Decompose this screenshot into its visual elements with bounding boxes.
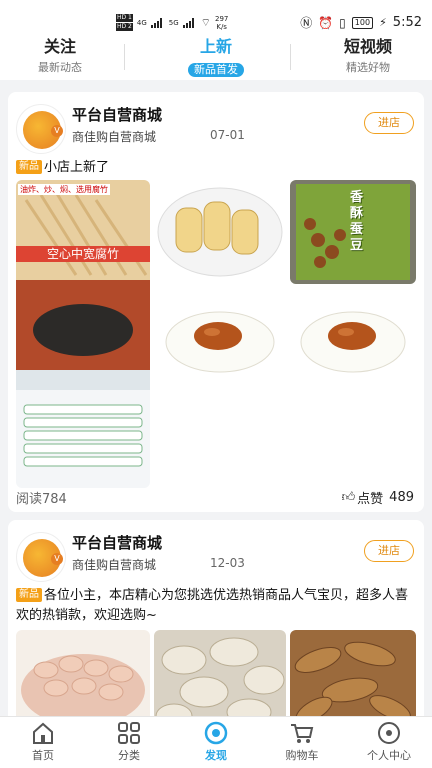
charging-icon: ⚡ (379, 16, 387, 29)
hd-indicator: HD 1 HD 2 (116, 14, 133, 31)
alarm-icon: ⏰ (318, 15, 334, 30)
tab-follow[interactable]: 关注 最新动态 (0, 36, 120, 75)
product-image-broad-beans[interactable]: 香酥蚕豆 (290, 180, 416, 284)
clock: 5:52 (392, 15, 422, 30)
like-button[interactable]: 👍︎ 点赞 489 (342, 488, 414, 507)
post-text: 新品 小店上新了 (16, 158, 109, 178)
tab-new-arrivals-subtitle: 新品首发 (188, 63, 244, 77)
net-speed: 297 K/s (214, 14, 229, 31)
signal-icon (150, 17, 165, 28)
like-label: 点赞 (357, 492, 384, 507)
bottom-nav: 首页 分类 发现 购物车 个人中心 (0, 716, 432, 768)
tab-divider (124, 44, 125, 70)
tab-short-video-subtitle: 精选好物 (346, 61, 390, 74)
thumbs-up-icon: 👍︎ (341, 490, 356, 505)
snack-label: 香酥蚕豆 (350, 190, 364, 253)
nav-profile-label: 个人中心 (367, 749, 411, 762)
profile-icon (378, 722, 400, 744)
image-caption: 空心中宽腐竹 (16, 246, 150, 262)
enter-store-button[interactable]: 进店 (364, 112, 414, 134)
cart-icon (291, 724, 314, 743)
like-count: 489 (389, 490, 414, 505)
status-bar: HD 1 HD 2 4G 5G ⌔ 297 K/s Ⓝ ⏰ ▯ 100 ⚡ 5:52 (0, 0, 432, 36)
tab-divider (290, 44, 291, 70)
post-card[interactable]: V 平台自营商城 商佳购自营商城 07-01 进店 新品 小店上新了 油炸、炒、焖… (8, 92, 424, 512)
tab-new-arrivals[interactable]: 上新 新品首发 (156, 36, 276, 77)
discover-icon (204, 721, 228, 745)
store-name[interactable]: 平台自营商城 (72, 104, 162, 125)
read-count: 阅读784 (16, 492, 67, 507)
signal-icon-2 (182, 17, 197, 28)
nav-discover[interactable]: 发现 (173, 721, 259, 763)
nav-cart-label: 购物车 (285, 749, 319, 762)
product-image-salted-egg-2[interactable] (290, 288, 416, 392)
post-date: 07-01 (210, 128, 245, 142)
network-5g-label: 5G (168, 18, 179, 27)
nfc-icon: Ⓝ (300, 16, 313, 30)
category-icon (118, 722, 140, 744)
tab-follow-title: 关注 (43, 37, 76, 56)
nav-home-label: 首页 (32, 749, 54, 762)
post-body: 小店上新了 (44, 160, 110, 175)
product-image-peanuts[interactable] (16, 630, 150, 716)
post-text: 新品 各位小主，本店精心为您挑选优选热销商品人气宝贝，超多人喜欢的热销款，欢迎选购… (16, 586, 416, 626)
feed[interactable]: V 平台自营商城 商佳购自营商城 07-01 进店 新品 小店上新了 油炸、炒、焖… (0, 80, 432, 716)
nav-discover-label: 发现 (205, 749, 227, 762)
product-image-tofu-skin[interactable]: 油炸、炒、焖、选用腐竹 空心中宽腐竹 (16, 180, 150, 488)
network-4g-label: 4G (136, 18, 147, 27)
product-image-herb-slices[interactable] (154, 630, 286, 716)
store-subtitle: 商佳购自营商城 (72, 558, 157, 572)
enter-store-button[interactable]: 进店 (364, 540, 414, 562)
tab-short-video-title: 短视频 (343, 37, 392, 56)
store-name[interactable]: 平台自营商城 (72, 532, 162, 553)
nav-home[interactable]: 首页 (0, 721, 86, 763)
vibrate-icon: ▯ (339, 15, 346, 30)
nav-profile[interactable]: 个人中心 (346, 721, 432, 763)
top-tab-bar: 关注 最新动态 上新 新品首发 短视频 精选好物 (0, 36, 432, 80)
post-card[interactable]: V 平台自营商城 商佳购自营商城 12-03 进店 新品 各位小主，本店精心为您挑… (8, 520, 424, 716)
battery-icon: 100 (351, 16, 374, 29)
nav-category-label: 分类 (118, 749, 140, 762)
product-image-salted-egg-1[interactable] (154, 288, 286, 392)
product-image-dried-roots[interactable] (290, 630, 416, 716)
nav-cart[interactable]: 购物车 (259, 721, 345, 763)
new-badge: 新品 (16, 160, 42, 174)
wifi-icon: ⌔ (200, 15, 211, 29)
home-icon (33, 722, 53, 744)
new-badge: 新品 (16, 588, 42, 602)
store-subtitle: 商佳购自营商城 (72, 130, 157, 144)
product-image-rolls[interactable] (154, 180, 286, 284)
tab-short-video[interactable]: 短视频 精选好物 (308, 36, 428, 75)
post-body: 各位小主，本店精心为您挑选优选热销商品人气宝贝，超多人喜欢的热销款，欢迎选购~ (16, 588, 409, 623)
nav-category[interactable]: 分类 (86, 721, 172, 763)
post-date: 12-03 (210, 556, 245, 570)
store-avatar[interactable]: V (16, 104, 66, 154)
tab-new-arrivals-title: 上新 (199, 37, 232, 56)
image-banner-text: 油炸、炒、焖、选用腐竹 (18, 184, 110, 195)
tab-follow-subtitle: 最新动态 (38, 61, 82, 74)
store-avatar[interactable]: V (16, 532, 66, 582)
